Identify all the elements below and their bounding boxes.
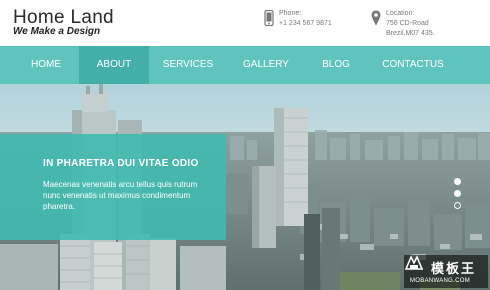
- watermark-url: MOBANWANG.COM: [410, 278, 471, 284]
- location-line-1: 756 CD-Road: [386, 20, 429, 27]
- location-label: Location:: [386, 10, 415, 17]
- watermark: 模板王 MOBANWANG.COM: [404, 255, 488, 288]
- nav-item-home[interactable]: HOME: [13, 46, 79, 84]
- hero-caption-text: Maecenas venenatis arcu tellus quis rutr…: [43, 180, 198, 211]
- phone-contact: Phone: +1 234 567 9871: [264, 9, 359, 39]
- slider-dot-2[interactable]: [454, 190, 461, 197]
- location-address: 756 CD-Road Brezil.M07 435.: [386, 19, 435, 39]
- nav-item-services[interactable]: SERVICES: [149, 46, 227, 84]
- slider-dot-3-active[interactable]: [454, 202, 461, 209]
- brand-tagline: We Make a Design: [13, 26, 101, 37]
- location-line-2: Brezil.M07 435.: [386, 30, 435, 37]
- hero-slider: IN PHARETRA DUI VITAE ODIO Maecenas vene…: [0, 84, 490, 290]
- watermark-chinese: 模板王: [431, 261, 477, 276]
- mobanwang-logo-icon: [404, 255, 424, 270]
- nav-item-gallery[interactable]: GALLERY: [227, 46, 305, 84]
- phone-label: Phone:: [279, 10, 302, 17]
- nav-item-blog[interactable]: BLOG: [305, 46, 367, 84]
- hero-caption-box: IN PHARETRA DUI VITAE ODIO Maecenas vene…: [0, 134, 226, 240]
- location-contact: Location: 756 CD-Road Brezil.M07 435.: [371, 9, 466, 39]
- nav-item-contactus[interactable]: CONTACTUS: [367, 46, 459, 84]
- hero-caption-title: IN PHARETRA DUI VITAE ODIO: [43, 158, 199, 169]
- main-nav: HOME ABOUT SERVICES GALLERY BLOG CONTACT…: [0, 46, 490, 84]
- slider-dot-1[interactable]: [454, 178, 461, 185]
- map-pin-icon: [371, 10, 381, 26]
- site-header: Home Land We Make a Design Phone: +1 234…: [0, 0, 490, 46]
- nav-item-about[interactable]: ABOUT: [79, 46, 149, 84]
- phone-icon: [264, 10, 274, 26]
- phone-value: +1 234 567 9871: [279, 20, 332, 27]
